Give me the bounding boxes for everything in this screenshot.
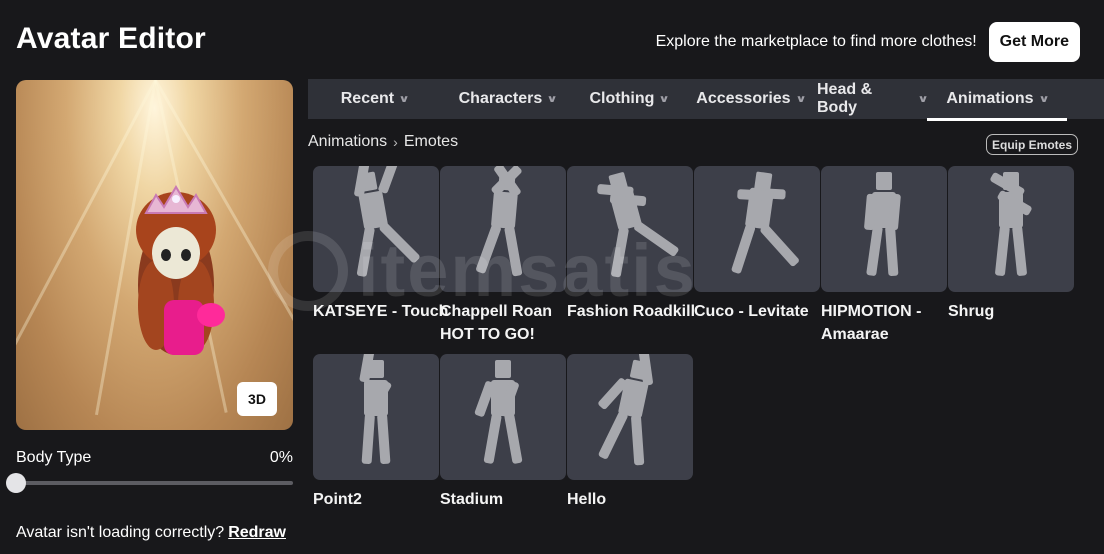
emote-item[interactable]: Shrug bbox=[948, 166, 1074, 323]
body-type-value: 0% bbox=[269, 449, 293, 466]
chevron-down-icon: ∨ bbox=[546, 93, 558, 105]
breadcrumb: Animations › Emotes bbox=[308, 133, 458, 151]
tab-label: Animations bbox=[946, 90, 1034, 107]
emote-name: Cuco - Levitate bbox=[694, 300, 820, 323]
emote-name: Fashion Roadkill bbox=[567, 300, 696, 323]
emote-item[interactable]: Stadium bbox=[440, 354, 566, 511]
body-type-slider[interactable] bbox=[6, 473, 293, 493]
emote-name-line: Hello bbox=[567, 491, 607, 508]
chevron-down-icon: ∨ bbox=[658, 93, 671, 105]
marketplace-promo: Explore the marketplace to find more clo… bbox=[656, 22, 1080, 62]
emote-name-line: Cuco - Levitate bbox=[694, 303, 809, 320]
promo-text: Explore the marketplace to find more clo… bbox=[655, 33, 977, 50]
emote-pose-icon bbox=[354, 166, 420, 277]
emote-item[interactable]: KATSEYE - Touch bbox=[313, 166, 449, 323]
emote-thumbnail[interactable] bbox=[440, 166, 566, 292]
emote-thumbnail[interactable] bbox=[313, 166, 439, 292]
get-more-button[interactable]: Get More bbox=[988, 22, 1080, 62]
emote-name-line: KATSEYE - Touch bbox=[313, 303, 449, 320]
emote-name-line: Chappell Roan bbox=[440, 303, 553, 320]
emote-thumbnail[interactable] bbox=[948, 166, 1074, 292]
emote-name-line: Point2 bbox=[313, 491, 362, 508]
breadcrumb-root[interactable]: Animations bbox=[308, 133, 387, 151]
emote-name: Chappell Roan HOT TO GO! bbox=[440, 300, 566, 346]
emote-pose-icon bbox=[731, 171, 799, 274]
view-3d-button[interactable]: 3D bbox=[237, 382, 277, 416]
emote-name: Stadium bbox=[440, 488, 566, 511]
breadcrumb-chevron-icon: › bbox=[393, 134, 398, 150]
emote-pose-icon bbox=[598, 354, 653, 466]
emote-name: KATSEYE - Touch bbox=[313, 300, 449, 323]
tab-animations[interactable]: Animations ∨ bbox=[927, 79, 1067, 121]
chevron-down-icon: ∨ bbox=[398, 93, 410, 105]
loading-text: Avatar isn't loading correctly? bbox=[16, 524, 225, 541]
emote-pose-icon bbox=[476, 166, 523, 277]
avatar-loading-help: Avatar isn't loading correctly? Redraw bbox=[16, 524, 286, 542]
emote-item[interactable]: Point2 bbox=[313, 354, 439, 511]
emote-thumbnail[interactable] bbox=[567, 354, 693, 480]
emote-item[interactable]: HIPMOTION - Amaarae bbox=[821, 166, 947, 346]
emote-pose-icon bbox=[990, 172, 1032, 276]
emote-name: Shrug bbox=[948, 300, 1074, 323]
emote-item[interactable]: Cuco - Levitate bbox=[694, 166, 820, 323]
emote-thumbnail[interactable] bbox=[567, 166, 693, 292]
avatar-editor-page: Avatar Editor Explore the marketplace to… bbox=[0, 0, 1104, 554]
emote-name: HIPMOTION - Amaarae bbox=[821, 300, 947, 346]
tab-clothing[interactable]: Clothing ∨ bbox=[574, 79, 684, 119]
emote-thumbnail[interactable] bbox=[821, 166, 947, 292]
breadcrumb-current: Emotes bbox=[403, 133, 459, 150]
emote-pose-icon bbox=[359, 354, 392, 465]
emote-item[interactable]: Fashion Roadkill bbox=[567, 166, 696, 323]
emote-name: Hello bbox=[567, 488, 693, 511]
equip-emotes-button[interactable]: Equip Emotes bbox=[986, 134, 1079, 155]
tab-label: Clothing bbox=[589, 90, 655, 107]
tab-label: Head & Body bbox=[817, 81, 873, 116]
emote-item[interactable]: Chappell Roan HOT TO GO! bbox=[440, 166, 566, 346]
tab-label: Recent bbox=[340, 90, 395, 107]
avatar-preview[interactable]: 3D bbox=[16, 80, 293, 430]
tab-recent[interactable]: Recent ∨ bbox=[308, 79, 441, 119]
emote-name-line: Shrug bbox=[948, 303, 995, 320]
emote-thumbnail[interactable] bbox=[440, 354, 566, 480]
tab-label: Accessories bbox=[696, 90, 791, 107]
body-type-slider-thumb[interactable] bbox=[6, 473, 26, 493]
emote-name-line: Amaarae bbox=[821, 326, 889, 343]
emote-name-line: HIPMOTION - bbox=[821, 303, 922, 320]
emote-thumbnail[interactable] bbox=[694, 166, 820, 292]
tab-label: Characters bbox=[458, 90, 543, 107]
emote-thumbnail[interactable] bbox=[313, 354, 439, 480]
emote-pose-icon bbox=[597, 172, 679, 278]
emote-name-line: Fashion Roadkill bbox=[567, 303, 696, 320]
emote-name: Point2 bbox=[313, 488, 439, 511]
category-nav: Recent ∨ Characters ∨ Clothing ∨ Accessories ∨ H… bbox=[308, 79, 1104, 121]
tab-accessories[interactable]: Accessories ∨ bbox=[684, 79, 817, 119]
emote-name-line: HOT TO GO! bbox=[440, 326, 535, 343]
emote-pose-icon bbox=[864, 172, 901, 277]
page-title: Avatar Editor bbox=[16, 22, 206, 55]
emote-name-line: Stadium bbox=[440, 491, 504, 508]
body-type-row: Body Type 0% bbox=[16, 449, 293, 467]
redraw-link[interactable]: Redraw bbox=[228, 524, 286, 541]
emote-item[interactable]: Hello bbox=[567, 354, 693, 511]
chevron-down-icon: ∨ bbox=[794, 93, 807, 105]
chevron-down-icon: ∨ bbox=[1037, 93, 1050, 105]
tab-head-body[interactable]: Head & Body ∨ bbox=[817, 79, 929, 119]
body-type-label: Body Type bbox=[16, 449, 92, 466]
avatar-figure bbox=[136, 185, 225, 355]
emote-pose-icon bbox=[474, 360, 523, 464]
tab-characters[interactable]: Characters ∨ bbox=[441, 79, 574, 119]
